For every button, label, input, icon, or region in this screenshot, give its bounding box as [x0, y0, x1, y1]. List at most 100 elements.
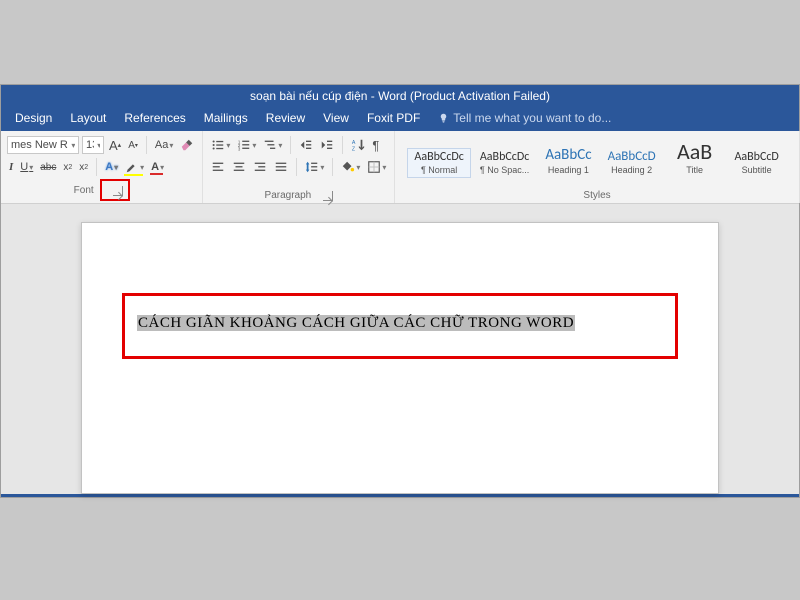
subscript-button[interactable]: x2 — [61, 161, 74, 174]
separator — [290, 136, 291, 154]
align-left-icon — [211, 160, 225, 174]
svg-text:3: 3 — [238, 146, 241, 151]
style-item--normal[interactable]: AaBbCcDc ¶ Normal — [407, 148, 470, 178]
highlight-button[interactable]: ▾ — [123, 159, 146, 175]
number-list-icon: 123 — [237, 138, 251, 152]
title-bar: soạn bài nếu cúp điện - Word (Product Ac… — [1, 85, 799, 107]
style-name-label: Heading 2 — [608, 165, 656, 175]
font-dialog-launcher[interactable] — [111, 184, 123, 196]
selected-document-text[interactable]: CÁCH GIÃN KHOẢNG CÁCH GIỮA CÁC CHỮ TRONG… — [137, 315, 575, 331]
ribbon: mes New Ro▾ 13▾ A▴ A▾ Aa▾ I U▾ abc — [1, 131, 799, 204]
decrease-indent-button[interactable] — [297, 137, 315, 153]
style-preview: AaBbCc — [545, 148, 591, 163]
grow-font-button[interactable]: A▴ — [107, 137, 123, 154]
tab-foxit-pdf[interactable]: Foxit PDF — [367, 111, 420, 125]
bullet-list-icon — [211, 138, 225, 152]
style-preview: AaB — [672, 141, 718, 163]
tab-layout[interactable]: Layout — [70, 111, 106, 125]
increase-indent-button[interactable] — [318, 137, 336, 153]
separator — [96, 158, 97, 176]
change-case-button[interactable]: Aa▾ — [153, 138, 175, 152]
style-item-heading-2[interactable]: AaBbCcD Heading 2 — [601, 147, 663, 178]
document-page[interactable]: CÁCH GIÃN KHOẢNG CÁCH GIỮA CÁC CHỮ TRONG… — [81, 222, 719, 494]
document-text-highlight: CÁCH GIÃN KHOẢNG CÁCH GIỮA CÁC CHỮ TRONG… — [122, 293, 678, 359]
strikethrough-button[interactable]: abc — [38, 161, 58, 174]
line-spacing-button[interactable]: ▾ — [303, 159, 326, 175]
line-spacing-icon — [305, 160, 319, 174]
font-group-label: Font — [74, 185, 94, 196]
justify-icon — [274, 160, 288, 174]
highlighter-icon — [125, 160, 139, 174]
word-app-window: soạn bài nếu cúp điện - Word (Product Ac… — [0, 84, 800, 498]
paragraph-group: ▾ 123▾ ▾ AZ ¶ — [203, 131, 395, 203]
align-right-button[interactable] — [251, 159, 269, 175]
lightbulb-icon — [438, 113, 449, 124]
launcher-icon — [113, 186, 123, 196]
tab-references[interactable]: References — [124, 111, 185, 125]
svg-text:Z: Z — [352, 146, 356, 152]
paint-bucket-icon — [341, 160, 355, 174]
style-preview: AaBbCcD — [734, 151, 780, 163]
align-center-button[interactable] — [230, 159, 248, 175]
separator — [342, 136, 343, 154]
superscript-button[interactable]: x2 — [77, 161, 90, 174]
eraser-icon — [180, 138, 194, 152]
style-item--no-spac-[interactable]: AaBbCcDc ¶ No Spac... — [473, 148, 536, 178]
ribbon-tabs: Design Layout References Mailings Review… — [1, 107, 799, 131]
bullets-button[interactable]: ▾ — [209, 137, 232, 153]
text-effects-button[interactable]: A▾ — [103, 160, 120, 174]
tab-view[interactable]: View — [323, 111, 349, 125]
font-launcher-highlight — [100, 179, 130, 201]
font-name-combo[interactable]: mes New Ro▾ — [7, 136, 79, 154]
separator — [146, 136, 147, 154]
separator — [296, 158, 297, 176]
document-area[interactable]: CÁCH GIÃN KHOẢNG CÁCH GIỮA CÁC CHỮ TRONG… — [1, 204, 799, 494]
numbering-button[interactable]: 123▾ — [235, 137, 258, 153]
show-paragraph-marks-button[interactable]: ¶ — [370, 137, 381, 154]
tab-design[interactable]: Design — [15, 111, 52, 125]
align-left-button[interactable] — [209, 159, 227, 175]
outdent-icon — [299, 138, 313, 152]
sort-button[interactable]: AZ — [349, 137, 367, 153]
style-name-label: ¶ No Spac... — [480, 165, 529, 175]
align-right-icon — [253, 160, 267, 174]
justify-button[interactable] — [272, 159, 290, 175]
tab-review[interactable]: Review — [266, 111, 305, 125]
separator — [332, 158, 333, 176]
underline-button[interactable]: U▾ — [18, 160, 35, 174]
borders-icon — [367, 160, 381, 174]
styles-gallery[interactable]: AaBbCcDc¶ NormalAaBbCcDc¶ No Spac...AaBb… — [401, 135, 792, 178]
align-center-icon — [232, 160, 246, 174]
style-name-label: Subtitle — [734, 165, 780, 175]
style-preview: AaBbCcDc — [414, 151, 463, 163]
style-preview: AaBbCcDc — [480, 151, 529, 163]
borders-button[interactable]: ▾ — [365, 159, 388, 175]
style-item-title[interactable]: AaB Title — [665, 138, 725, 178]
indent-icon — [320, 138, 334, 152]
tab-mailings[interactable]: Mailings — [204, 111, 248, 125]
clear-formatting-button[interactable] — [178, 137, 196, 153]
shrink-font-button[interactable]: A▾ — [126, 139, 140, 152]
launcher-icon — [323, 191, 333, 201]
italic-button[interactable]: I — [7, 160, 15, 174]
style-name-label: Heading 1 — [545, 165, 591, 175]
sort-icon: AZ — [351, 138, 365, 152]
font-color-button[interactable]: A▾ — [149, 160, 166, 174]
shading-button[interactable]: ▾ — [339, 159, 362, 175]
style-name-label: Title — [672, 165, 718, 175]
style-preview: AaBbCcD — [608, 150, 656, 163]
font-size-combo[interactable]: 13▾ — [82, 136, 104, 154]
multilevel-list-button[interactable]: ▾ — [261, 137, 284, 153]
style-name-label: ¶ Normal — [414, 165, 463, 175]
style-item-heading-1[interactable]: AaBbCc Heading 1 — [538, 145, 598, 178]
window-title: soạn bài nếu cúp điện - Word (Product Ac… — [250, 89, 550, 103]
svg-text:A: A — [352, 140, 356, 146]
paragraph-dialog-launcher[interactable] — [321, 189, 333, 201]
bottom-accent-bar — [1, 494, 799, 497]
tell-me-search[interactable]: Tell me what you want to do... — [438, 111, 611, 125]
style-item-subtitle[interactable]: AaBbCcD Subtitle — [727, 148, 787, 178]
styles-group-label: Styles — [583, 190, 610, 201]
multilevel-list-icon — [263, 138, 277, 152]
styles-group: AaBbCcDc¶ NormalAaBbCcDc¶ No Spac...AaBb… — [395, 131, 799, 203]
paragraph-group-label: Paragraph — [265, 190, 312, 201]
